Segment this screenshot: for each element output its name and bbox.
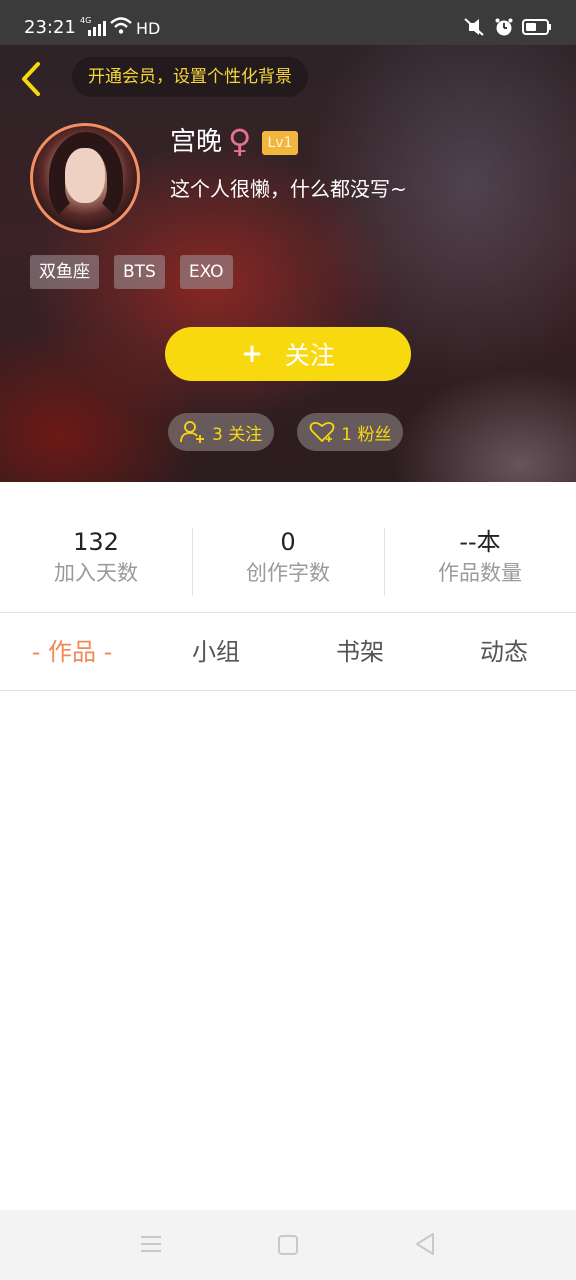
battery-icon <box>522 18 552 40</box>
chevron-left-icon <box>22 62 40 96</box>
plus-icon: + <box>241 339 263 369</box>
following-count: 3 关注 <box>212 424 263 445</box>
hd-label: HD <box>136 18 161 38</box>
username: 宫晚 <box>170 127 223 157</box>
tab-bookshelf[interactable]: 书架 <box>288 613 432 691</box>
stat-value: --本 <box>459 528 501 556</box>
fans-count-button[interactable]: 1 粉丝 <box>297 413 404 451</box>
follow-label: 关注 <box>284 341 335 370</box>
menu-icon[interactable] <box>140 1234 162 1254</box>
back-button[interactable] <box>14 57 48 101</box>
profile-header: 开通会员，设置个性化背景 宫晚 ♀ Lv1 这个人很懒，什么都没写~ 双鱼座 B… <box>0 45 576 482</box>
stat-works-count: --本 作品数量 <box>384 526 576 596</box>
alarm-icon <box>494 17 514 41</box>
stat-value: 132 <box>73 528 119 556</box>
profile-tag: BTS <box>114 255 165 289</box>
profile-stats: 132 加入天数 0 创作字数 --本 作品数量 <box>0 526 576 596</box>
follow-button[interactable]: + 关注 <box>165 327 411 381</box>
avatar[interactable] <box>30 123 140 233</box>
heart-icon <box>309 421 335 442</box>
tab-works[interactable]: - 作品 - <box>0 613 144 691</box>
stat-label: 加入天数 <box>54 561 138 585</box>
works-content <box>0 691 576 1210</box>
tab-groups[interactable]: 小组 <box>144 613 288 691</box>
mute-icon <box>462 17 486 41</box>
status-time: 23:21 <box>24 17 76 38</box>
add-user-icon <box>180 421 204 443</box>
profile-tag: EXO <box>179 255 233 289</box>
stat-word-count: 0 创作字数 <box>192 526 384 596</box>
vip-background-prompt[interactable]: 开通会员，设置个性化背景 <box>72 57 308 97</box>
following-count-button[interactable]: 3 关注 <box>168 413 275 451</box>
stat-value: 0 <box>280 528 296 556</box>
home-icon[interactable] <box>278 1235 298 1255</box>
stat-label: 创作字数 <box>246 561 330 585</box>
social-counts: 3 关注 1 粉丝 <box>168 413 404 451</box>
status-bar: 23:21 4G HD <box>0 0 576 45</box>
signal-icon: 4G <box>80 16 106 36</box>
profile-tag: 双鱼座 <box>30 255 99 289</box>
status-icons <box>462 17 552 41</box>
female-icon: ♀ <box>228 122 252 160</box>
fans-count: 1 粉丝 <box>341 424 392 445</box>
wifi-icon <box>110 17 132 39</box>
profile-tags: 双鱼座 BTS EXO <box>30 255 233 289</box>
level-badge: Lv1 <box>262 131 298 155</box>
network-indicator: 4G HD <box>80 16 161 39</box>
stat-join-days: 132 加入天数 <box>0 526 192 596</box>
back-triangle-icon[interactable] <box>414 1232 436 1256</box>
network-type-label: 4G <box>80 16 92 25</box>
profile-bio: 这个人很懒，什么都没写~ <box>170 177 407 201</box>
profile-tabs: - 作品 - 小组 书架 动态 <box>0 613 576 691</box>
tab-activity[interactable]: 动态 <box>432 613 576 691</box>
stat-label: 作品数量 <box>438 561 522 585</box>
system-nav-bar <box>0 1210 576 1280</box>
